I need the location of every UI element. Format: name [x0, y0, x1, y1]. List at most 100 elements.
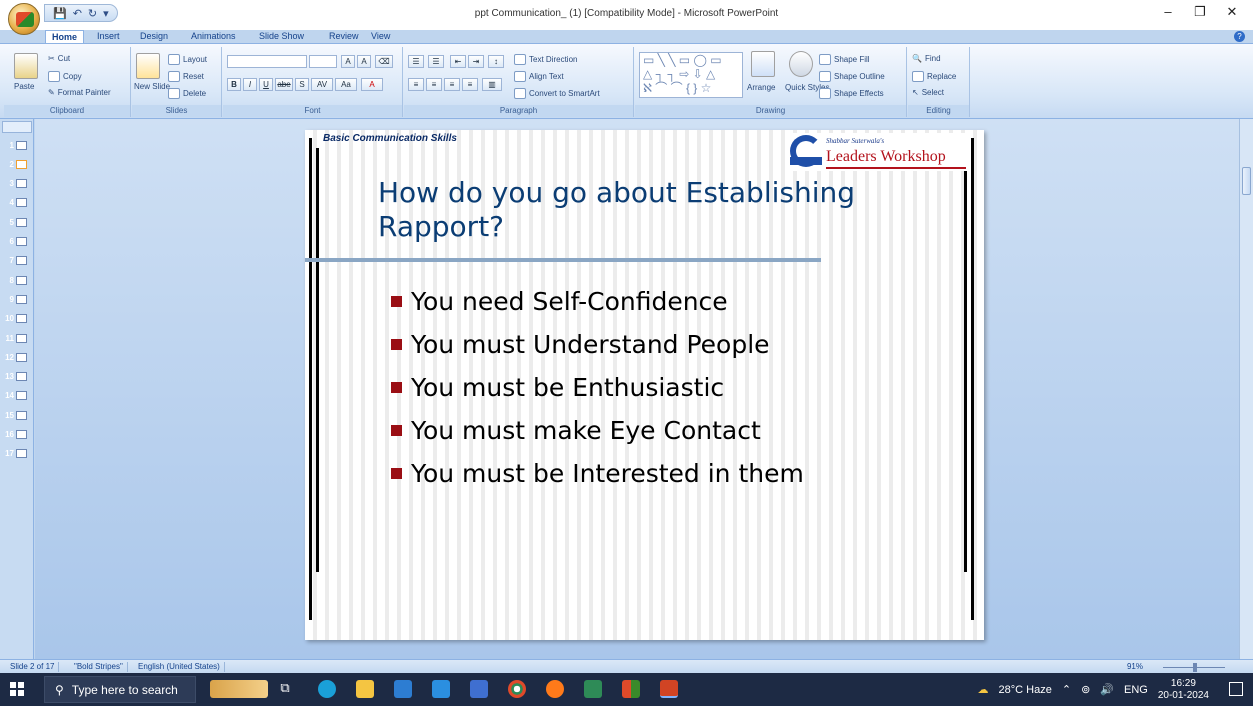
theme-name[interactable]: "Bold Stripes": [70, 662, 128, 672]
align-text-button[interactable]: Align Text: [514, 71, 564, 82]
align-right-button[interactable]: ≡: [444, 78, 460, 91]
select-button[interactable]: ↖ Select: [912, 88, 944, 97]
bold-button[interactable]: B: [227, 78, 241, 91]
network-icon[interactable]: ⊚: [1081, 683, 1090, 696]
tab-review[interactable]: Review: [323, 30, 365, 43]
undo-icon[interactable]: ↶: [73, 7, 82, 20]
shape-fill-button[interactable]: Shape Fill: [819, 54, 870, 65]
tab-animations[interactable]: Animations: [185, 30, 242, 43]
tab-home[interactable]: Home: [45, 30, 85, 43]
change-case-button[interactable]: Aa: [335, 78, 357, 91]
new-slide-icon[interactable]: [136, 53, 160, 79]
slide-thumbnail[interactable]: 9: [2, 293, 32, 305]
slide-thumbnail[interactable]: 3: [2, 178, 32, 190]
close-button[interactable]: ✕: [1222, 4, 1242, 20]
arrange-button[interactable]: Arrange: [747, 83, 775, 92]
tab-view[interactable]: View: [365, 30, 396, 43]
notifications-icon[interactable]: [1229, 682, 1243, 696]
shadow-button[interactable]: S: [295, 78, 309, 91]
redo-icon[interactable]: ↻: [88, 7, 97, 20]
weather-text[interactable]: 28°C Haze: [999, 684, 1052, 696]
slide-thumbnail[interactable]: 6: [2, 236, 32, 248]
customize-qat-icon[interactable]: ▾: [103, 7, 109, 20]
scrollbar-thumb[interactable]: [1242, 167, 1251, 195]
excel-icon[interactable]: [584, 680, 602, 698]
slide-thumbnail[interactable]: 7: [2, 255, 32, 267]
powerpoint-icon[interactable]: [660, 680, 678, 698]
align-center-button[interactable]: ≡: [426, 78, 442, 91]
slide-thumbnail[interactable]: 12: [2, 351, 32, 363]
input-language[interactable]: ENG: [1124, 684, 1148, 696]
news-widget-icon[interactable]: [210, 680, 268, 698]
slide-thumbnail[interactable]: 5: [2, 216, 32, 228]
mail-icon[interactable]: [432, 680, 450, 698]
slide-thumbnail[interactable]: 14: [2, 390, 32, 402]
restore-button[interactable]: ❐: [1190, 4, 1210, 20]
numbering-button[interactable]: ☰: [428, 55, 444, 68]
strikethrough-button[interactable]: abe: [275, 78, 293, 91]
app-icon[interactable]: [622, 680, 640, 698]
taskbar-search[interactable]: ⚲ Type here to search: [44, 676, 196, 703]
slide-thumbnail[interactable]: 15: [2, 409, 32, 421]
bullet-list[interactable]: You need Self-Confidence You must Unders…: [391, 280, 804, 495]
paste-button[interactable]: Paste: [14, 82, 34, 91]
slide-canvas[interactable]: Basic Communication Skills Shabbar Suter…: [305, 130, 984, 640]
font-color-button[interactable]: A: [361, 78, 383, 91]
edge-icon[interactable]: [318, 680, 336, 698]
find-button[interactable]: 🔍 Find: [912, 54, 941, 63]
clear-formatting-button[interactable]: ⌫: [375, 55, 393, 68]
slide-thumbnail[interactable]: 2: [2, 158, 32, 170]
slide-thumbnail[interactable]: 16: [2, 429, 32, 441]
tab-insert[interactable]: Insert: [91, 30, 126, 43]
zoom-level[interactable]: 91%: [1127, 662, 1143, 671]
shape-outline-button[interactable]: Shape Outline: [819, 71, 885, 82]
character-spacing-button[interactable]: AV: [311, 78, 333, 91]
convert-smartart-button[interactable]: Convert to SmartArt: [514, 88, 600, 99]
word-icon[interactable]: [470, 680, 488, 698]
tab-design[interactable]: Design: [134, 30, 174, 43]
decrease-indent-button[interactable]: ⇤: [450, 55, 466, 68]
layout-button[interactable]: Layout: [168, 54, 207, 65]
volume-icon[interactable]: 🔊: [1100, 683, 1114, 696]
copy-button[interactable]: Copy: [48, 71, 82, 82]
font-name-combo[interactable]: [227, 55, 307, 68]
tab-slide-show[interactable]: Slide Show: [253, 30, 310, 43]
shape-effects-button[interactable]: Shape Effects: [819, 88, 884, 99]
vertical-scrollbar[interactable]: [1239, 119, 1253, 659]
help-icon[interactable]: ?: [1234, 31, 1245, 42]
format-painter-button[interactable]: ✎ Format Painter: [48, 88, 111, 97]
store-icon[interactable]: [394, 680, 412, 698]
slide-thumbnail[interactable]: 10: [2, 313, 32, 325]
shapes-gallery[interactable]: ▭ ╲ ╲ ▭ ◯ ▭ △ ┐ ┐ ⇨ ⇩ △ ℵ ⌒ ⌒ { } ☆: [639, 52, 743, 98]
windows-start-icon[interactable]: [10, 682, 24, 696]
chrome-icon[interactable]: [508, 680, 526, 698]
replace-button[interactable]: Replace: [912, 71, 956, 82]
slide-title[interactable]: How do you go about Establishing Rapport…: [378, 176, 938, 244]
pane-tabs[interactable]: [2, 121, 32, 133]
font-size-combo[interactable]: [309, 55, 337, 68]
delete-button[interactable]: Delete: [168, 88, 206, 99]
arrange-icon[interactable]: [751, 51, 775, 77]
paste-icon[interactable]: [14, 53, 38, 79]
new-slide-button[interactable]: New Slide: [134, 82, 170, 91]
columns-button[interactable]: ▥: [482, 78, 502, 91]
zoom-slider-knob[interactable]: [1193, 663, 1197, 672]
cut-button[interactable]: ✂ Cut: [48, 54, 70, 63]
justify-button[interactable]: ≡: [462, 78, 478, 91]
firefox-icon[interactable]: [546, 680, 564, 698]
slide-thumbnail[interactable]: 13: [2, 371, 32, 383]
minimize-button[interactable]: –: [1158, 4, 1178, 19]
tray-arrow-icon[interactable]: ⌃: [1062, 683, 1071, 696]
bullets-button[interactable]: ☰: [408, 55, 424, 68]
slide-thumbnail[interactable]: 11: [2, 332, 32, 344]
shrink-font-button[interactable]: A: [357, 55, 371, 68]
office-button[interactable]: [8, 3, 40, 35]
reset-button[interactable]: Reset: [168, 71, 204, 82]
quick-styles-icon[interactable]: [789, 51, 813, 77]
align-left-button[interactable]: ≡: [408, 78, 424, 91]
increase-indent-button[interactable]: ⇥: [468, 55, 484, 68]
slide-thumbnail[interactable]: 8: [2, 274, 32, 286]
line-spacing-button[interactable]: ↕: [488, 55, 504, 68]
slide-thumbnail[interactable]: 17: [2, 448, 32, 460]
slide-thumbnail[interactable]: 4: [2, 197, 32, 209]
